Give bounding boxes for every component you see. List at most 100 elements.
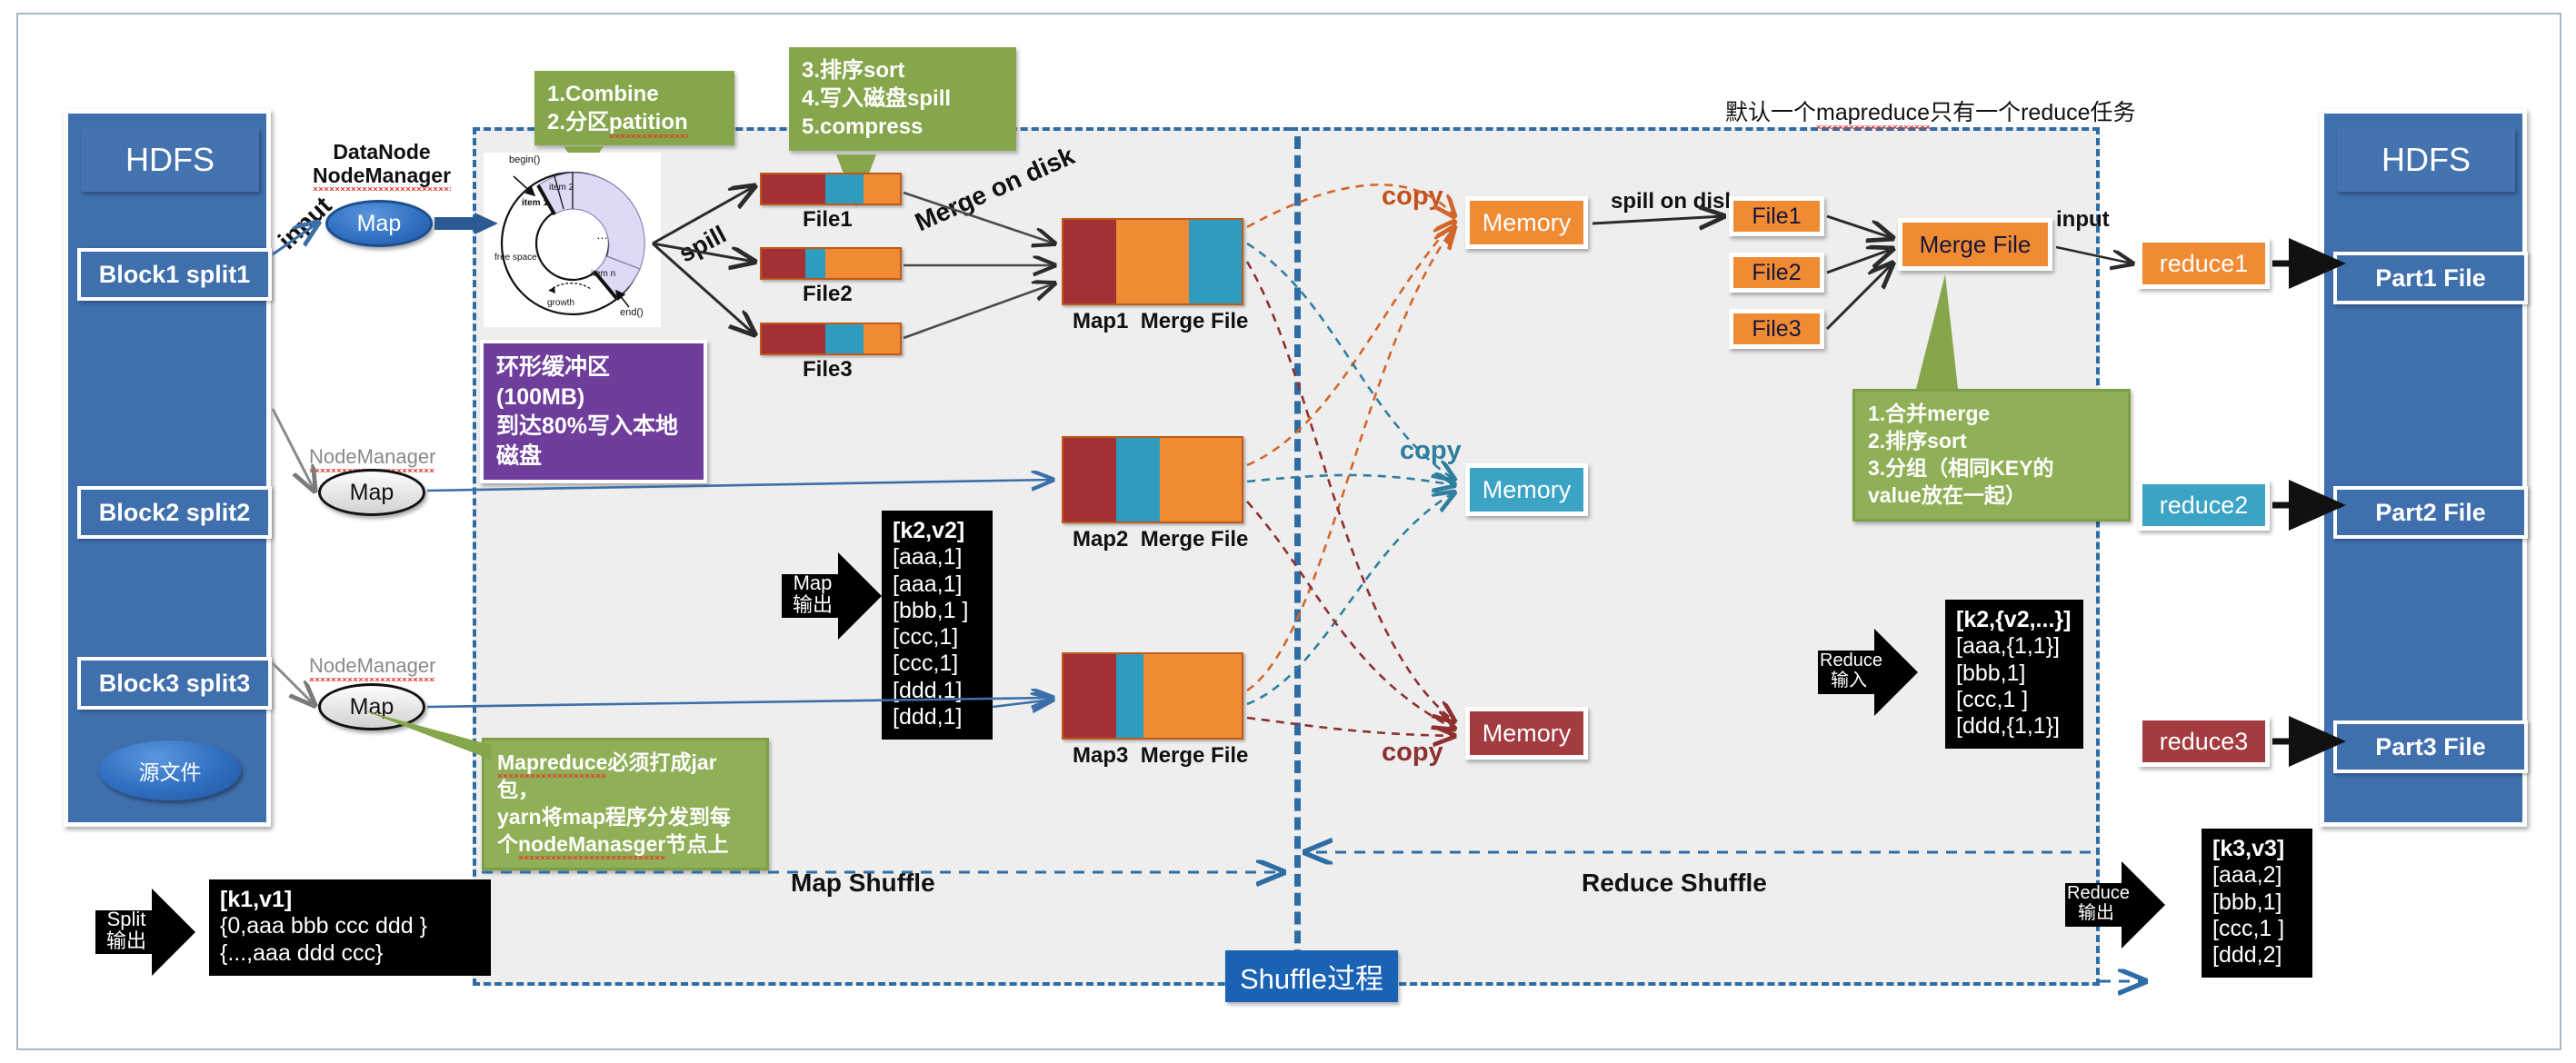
ring-free-space-label: free space xyxy=(494,253,537,263)
spill-file-3 xyxy=(760,323,902,355)
split-output-box: [k1,v1] {0,aaa bbb ccc ddd } {...,aaa dd… xyxy=(209,879,491,976)
reduce-output-line-1: [aaa,2] xyxy=(2212,862,2282,889)
spill-file-2 xyxy=(760,247,902,280)
split-output-line-2: {...,aaa ddd ccc} xyxy=(220,939,384,966)
copy-label-1: copy xyxy=(1382,182,1443,211)
datanode-label: DataNode xyxy=(333,140,431,164)
reduce-output-arrow-label: Reduce 输出 xyxy=(2067,883,2130,923)
ring-begin-label: begin() xyxy=(509,154,541,165)
map-task-3[interactable]: Map xyxy=(318,683,425,730)
ring-end-label: end() xyxy=(620,307,644,318)
hdfs-left-title: HDFS xyxy=(81,128,259,192)
reducer-2[interactable]: reduce2 xyxy=(2138,480,2270,531)
map-output-arrow-label: Map 输出 xyxy=(792,571,833,617)
map3-merge-file xyxy=(1062,652,1243,740)
shuffle-center-divider xyxy=(1294,136,1301,981)
map-task-2[interactable]: Map xyxy=(318,469,425,516)
map-task-1[interactable]: Map xyxy=(325,200,433,247)
map-output-box: [k2,v2] [aaa,1] [aaa,1] [bbb,1 ] [ccc,1]… xyxy=(882,511,993,740)
callout-merge-line1: 1.合并merge xyxy=(1868,402,1991,425)
callout-merge-line2: 2.排序sort xyxy=(1868,428,1967,452)
ring-ellipsis-label: … xyxy=(596,228,608,242)
callout-sort-line2: 4.写入磁盘spill xyxy=(802,86,952,112)
map-shuffle-label: Map Shuffle xyxy=(791,869,935,897)
callout-merge-line4: value放在一起） xyxy=(1868,482,2026,507)
map3-merge-file-caption: Map3 Merge File xyxy=(1073,743,1249,768)
reduce-merge-file: Merge File xyxy=(1898,218,2052,271)
copy-label-3: copy xyxy=(1382,738,1443,767)
callout-combine-line1: 1.Combine xyxy=(547,82,659,106)
map-output-line-1: [aaa,1] xyxy=(893,544,963,571)
hdfs-part-1[interactable]: Part1 File xyxy=(2333,252,2528,304)
reduce-input-box: [k2,{v2,...}] [aaa,{1,1}] [bbb,1] [ccc,1… xyxy=(1945,600,2083,750)
reduce-input-label: input xyxy=(2056,207,2110,232)
reduce-input-line-2: [bbb,1] xyxy=(1956,660,2026,686)
callout-combine-line2-a: 2.分区 xyxy=(547,110,610,135)
callout-merge-line3: 3.分组（相同KEY的 xyxy=(1868,455,2054,480)
copy-label-2: copy xyxy=(1400,436,1462,465)
hdfs-right-column: HDFS Part1 File Part2 File Part3 File xyxy=(2320,109,2528,827)
callout-sort-line3: 5.compress xyxy=(802,114,924,140)
reduce-output-line-0: [k3,v3] xyxy=(2212,836,2285,861)
reducer-1[interactable]: reduce1 xyxy=(2138,238,2270,289)
callout-buffer-line2: 到达80%写入本地磁盘 xyxy=(496,413,679,469)
nodemanager-label-3: NodeManager xyxy=(309,654,436,681)
map-output-line-5: [ccc,1] xyxy=(893,651,959,677)
reduce-input-line-4: [ddd,{1,1}] xyxy=(1956,713,2061,739)
spill-on-disk-label: spill on disk xyxy=(1611,189,1737,214)
ring-growth-label: growth xyxy=(547,298,575,308)
map1-merge-file-caption: Map1 Merge File xyxy=(1073,309,1249,333)
reduce-file-3: File3 xyxy=(1729,309,1824,349)
hdfs-right-title: HDFS xyxy=(2337,128,2515,192)
callout-sort-line1: 3.排序sort xyxy=(802,58,905,83)
callout-yarn-mapreduce: Mapreduce xyxy=(497,750,608,778)
map1-merge-file xyxy=(1062,218,1243,305)
source-file-ellipse: 源文件 xyxy=(99,740,241,800)
map2-merge-file-caption: Map2 Merge File xyxy=(1073,527,1249,551)
map-output-line-4: [ccc,1] xyxy=(893,624,959,650)
ring-item1-label: item 1 xyxy=(522,198,548,208)
map-output-line-3: [bbb,1 ] xyxy=(893,597,969,623)
hdfs-part-2[interactable]: Part2 File xyxy=(2333,486,2528,539)
reduce-output-line-3: [ccc,1 ] xyxy=(2212,915,2285,941)
reduce-shuffle-label: Reduce Shuffle xyxy=(1582,869,1767,897)
diagram-root: HDFS Block1 split1 Block2 split2 Block3 … xyxy=(0,0,2576,1063)
callout-merge-sort-group: 1.合并merge 2.排序sort 3.分组（相同KEY的 value放在一起… xyxy=(1852,389,2131,522)
reduce-file-2: File2 xyxy=(1729,253,1824,293)
map2-merge-file xyxy=(1062,436,1243,523)
map-output-arrow: Map 输出 xyxy=(782,552,882,640)
map-output-line-2: [aaa,1] xyxy=(893,571,963,597)
callout-combine: 1.Combine 2.分区patition xyxy=(534,71,734,175)
callout-sort-spill: 3.排序sort 4.写入磁盘spill 5.compress xyxy=(789,47,1016,207)
spill-file-3-caption: File3 xyxy=(803,357,853,382)
hdfs-part-3[interactable]: Part3 File xyxy=(2333,720,2528,773)
hdfs-block-2[interactable]: Block2 split2 xyxy=(77,486,272,539)
reduce-input-line-0: [k2,{v2,...}] xyxy=(1956,607,2072,632)
reduce-output-line-2: [bbb,1] xyxy=(2212,889,2282,915)
reduce-output-line-4: [ddd,2] xyxy=(2212,942,2282,968)
reduce-file-1: File1 xyxy=(1729,196,1824,236)
map-output-line-0: [k2,v2] xyxy=(893,518,965,543)
reduce-input-line-3: [ccc,1 ] xyxy=(1956,686,2029,712)
nodemanager-label-1: NodeManager xyxy=(312,163,452,191)
map-output-line-7: [ddd,1] xyxy=(893,703,963,730)
reduce-output-box: [k3,v3] [aaa,2] [bbb,1] [ccc,1 ] [ddd,2] xyxy=(2202,829,2312,979)
callout-combine-line2-b: patition xyxy=(609,110,688,138)
callout-ring-buffer: 环形缓冲区(100MB) 到达80%写入本地磁盘 xyxy=(480,340,707,483)
spill-file-1 xyxy=(760,173,902,205)
memory-box-1: Memory xyxy=(1465,196,1588,249)
map-output-line-6: [ddd,1] xyxy=(893,677,963,703)
default-reduce-note: 默认一个mapreduce只有一个reduce任务 xyxy=(1725,94,2136,127)
split-output-line-1: {0,aaa bbb ccc ddd } xyxy=(220,913,427,939)
reduce-input-arrow: Reduce 输入 xyxy=(1818,629,1918,716)
shuffle-process-chip: Shuffle过程 xyxy=(1225,950,1398,1002)
ring-itemn-label: item n xyxy=(591,269,616,279)
memory-box-3: Memory xyxy=(1465,707,1588,760)
split-output-arrow-label: Split 输出 xyxy=(105,908,146,953)
reducer-3[interactable]: reduce3 xyxy=(2138,716,2270,767)
hdfs-block-3[interactable]: Block3 split3 xyxy=(77,657,272,710)
hdfs-left-column: HDFS Block1 split1 Block2 split2 Block3 … xyxy=(64,109,272,827)
spill-file-2-caption: File2 xyxy=(803,282,853,306)
reduce-input-arrow-label: Reduce 输入 xyxy=(1820,651,1882,690)
hdfs-block-1[interactable]: Block1 split1 xyxy=(77,248,272,301)
